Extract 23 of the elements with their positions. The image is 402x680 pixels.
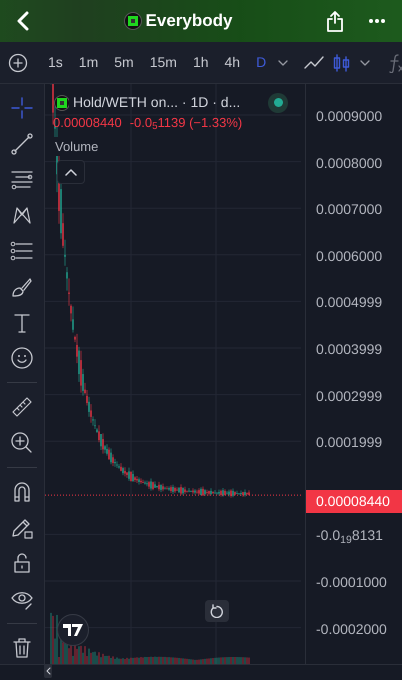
- header-title: Everybody: [146, 10, 232, 32]
- price-tick: 0.0009000: [316, 107, 382, 126]
- price-tick: 0.0002999: [316, 386, 382, 406]
- timeframe-tab[interactable]: 4h: [220, 52, 244, 73]
- price-change: -0.0$_{5}$1139 (−1.33%): [130, 114, 242, 132]
- symbol-title: Hold/WETH on... · 1D · d...: [73, 93, 240, 112]
- timeframe-tab[interactable]: 1m: [74, 52, 102, 73]
- timeframe-tab[interactable]: 15m: [146, 52, 181, 73]
- timeframe-tab[interactable]: 1h: [188, 52, 213, 73]
- current-price-tag: 0.00008440: [306, 490, 402, 513]
- price-tick: -0.0$_{19}$8131: [316, 526, 383, 546]
- price-tick: 0.0008000: [316, 154, 382, 173]
- price-tick: -0.0001000: [316, 573, 387, 592]
- price-tick: 0.0006000: [316, 246, 382, 266]
- price-tick: 0.0001999: [316, 433, 382, 452]
- price-tick: 0.0007000: [316, 200, 382, 220]
- price-tick: -0.0002000: [316, 620, 387, 639]
- last-price: 0.00008440: [53, 114, 122, 132]
- timeframe-tab[interactable]: 5m: [110, 52, 138, 73]
- volume-label: Volume: [53, 136, 100, 156]
- timeframe-tab[interactable]: 1s: [44, 52, 67, 73]
- price-tick: 0.0003999: [316, 340, 382, 359]
- price-tick: 0.0004999: [316, 293, 382, 312]
